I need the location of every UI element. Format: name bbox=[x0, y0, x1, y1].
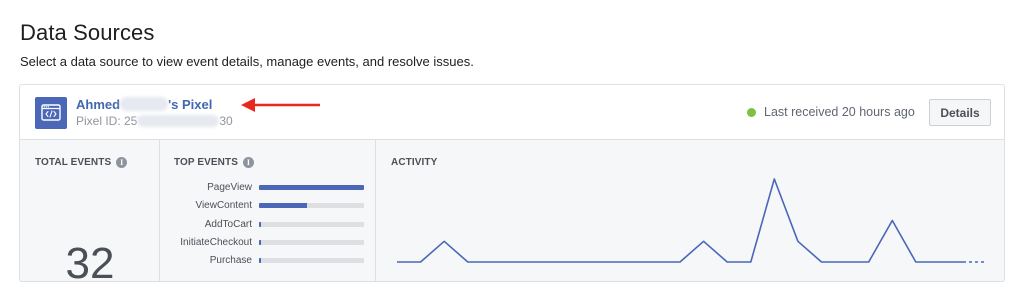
top-event-row: InitiateCheckout bbox=[160, 237, 376, 251]
info-icon[interactable]: i bbox=[242, 157, 254, 168]
status-text: Last received 20 hours ago bbox=[764, 105, 915, 119]
status-dot-icon bbox=[747, 107, 756, 117]
info-icon[interactable]: i bbox=[116, 157, 128, 168]
top-event-bar-track bbox=[259, 185, 364, 190]
top-event-bar-track bbox=[259, 239, 364, 245]
data-source-card: Ahmed 's Pixel Pixel ID: 25 30 Last receiv… bbox=[19, 84, 1005, 282]
pixel-name-suffix: 's Pixel bbox=[168, 97, 213, 112]
details-button[interactable]: Details bbox=[929, 99, 991, 126]
top-event-label: ViewContent bbox=[195, 200, 252, 212]
top-events-panel: TOP EVENTS i PageView ViewContent AddToCar… bbox=[160, 140, 376, 281]
last-received-status: Last received 20 hours ago bbox=[747, 105, 915, 119]
top-event-row: AddToCart bbox=[160, 219, 376, 233]
pixel-id: Pixel ID: 25 30 bbox=[76, 114, 233, 128]
top-event-label: Purchase bbox=[209, 255, 252, 267]
activity-line bbox=[397, 178, 963, 263]
pixel-code-icon bbox=[35, 97, 67, 129]
top-event-bar-track bbox=[259, 221, 364, 227]
top-event-row: ViewContent bbox=[160, 200, 376, 214]
top-event-label: InitiateCheckout bbox=[180, 236, 252, 248]
annotation-arrow-icon bbox=[241, 98, 320, 112]
top-event-bar bbox=[259, 221, 262, 227]
card-header: Ahmed 's Pixel Pixel ID: 25 30 Last receiv… bbox=[20, 85, 1004, 140]
page-subtitle: Select a data source to view event detai… bbox=[20, 54, 474, 69]
pixel-id-suffix: 30 bbox=[219, 114, 233, 128]
redacted-pixel-id bbox=[137, 115, 220, 127]
page-title: Data Sources bbox=[20, 20, 155, 45]
top-event-row: PageView bbox=[160, 182, 376, 196]
pixel-name-link[interactable]: Ahmed 's Pixel bbox=[76, 97, 212, 112]
top-event-row: Purchase bbox=[160, 255, 376, 269]
top-event-label: PageView bbox=[207, 182, 252, 193]
redacted-name bbox=[120, 97, 169, 111]
top-event-bar-track bbox=[259, 203, 364, 209]
total-events-heading: TOTAL EVENTS i bbox=[35, 157, 128, 168]
total-events-value: 32 bbox=[65, 239, 115, 282]
pixel-id-prefix: Pixel ID: 25 bbox=[76, 114, 138, 128]
top-events-heading: TOP EVENTS i bbox=[174, 157, 254, 168]
activity-chart bbox=[397, 178, 987, 263]
top-event-bar bbox=[259, 203, 308, 209]
top-event-bar bbox=[259, 239, 262, 245]
activity-panel: ACTIVITY bbox=[376, 140, 1004, 281]
top-event-label: AddToCart bbox=[204, 218, 252, 230]
pixel-name-prefix: Ahmed bbox=[76, 97, 121, 112]
total-events-label: TOTAL EVENTS bbox=[35, 157, 112, 168]
total-events-panel: TOTAL EVENTS i 32 bbox=[20, 140, 160, 282]
top-event-bar bbox=[259, 185, 364, 190]
top-event-bar-track bbox=[259, 258, 364, 264]
top-events-label: TOP EVENTS bbox=[174, 157, 238, 168]
top-event-bar bbox=[259, 258, 262, 264]
